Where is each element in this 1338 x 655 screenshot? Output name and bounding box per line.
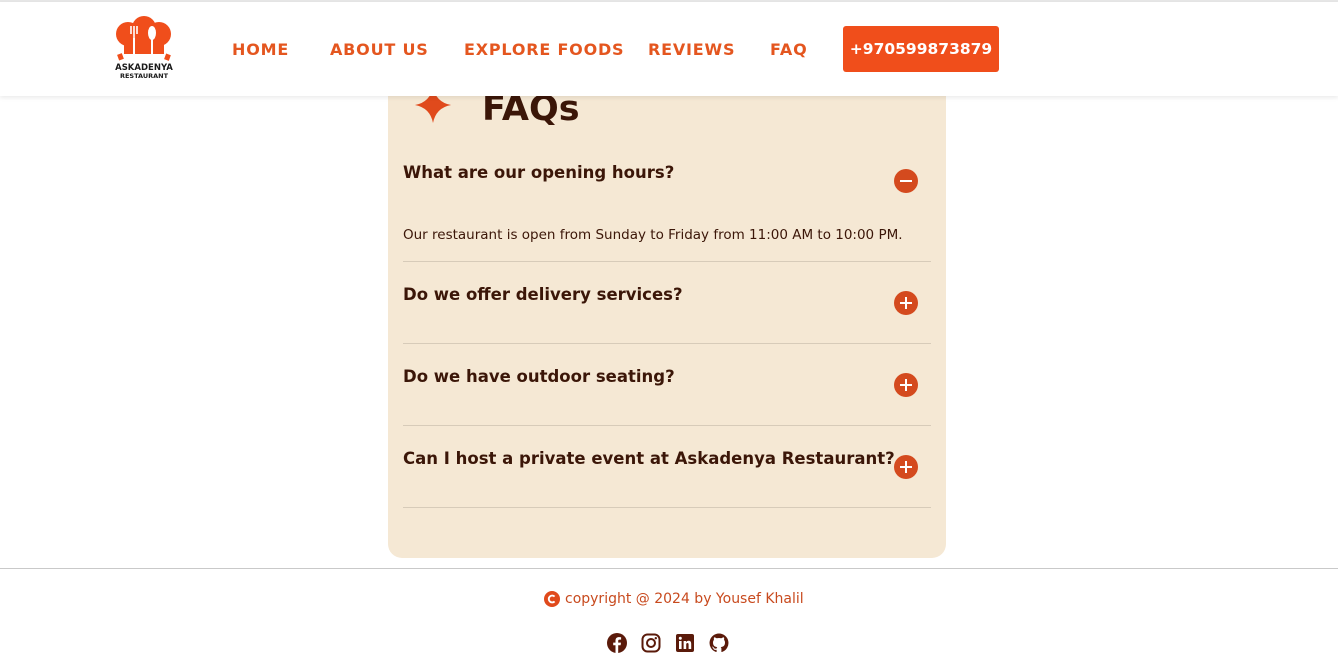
plus-icon[interactable] <box>894 291 918 315</box>
site-header: ASKADENYA RESTAURANT HOME ABOUT US EXPLO… <box>0 2 1338 96</box>
faq-divider <box>403 261 931 262</box>
logo-subtitle: RESTAURANT <box>119 72 169 80</box>
nav-explore-foods[interactable]: EXPLORE FOODS <box>464 40 624 59</box>
copyright: copyright @ 2024 by Yousef Khalil <box>544 591 804 607</box>
minus-icon[interactable] <box>894 169 918 193</box>
instagram-icon[interactable] <box>640 632 662 654</box>
plus-icon[interactable] <box>894 455 918 479</box>
phone-button[interactable]: +970599873879 <box>843 26 999 72</box>
restaurant-logo[interactable]: ASKADENYA RESTAURANT <box>114 16 174 80</box>
copyright-icon <box>544 591 560 607</box>
faq-question[interactable]: Do we offer delivery services? <box>403 285 683 304</box>
copyright-text: copyright @ 2024 by Yousef Khalil <box>565 591 804 607</box>
faq-section: FAQs What are our opening hours? Our res… <box>388 40 946 558</box>
facebook-icon[interactable] <box>606 632 628 654</box>
nav-about-us[interactable]: ABOUT US <box>330 40 429 59</box>
linkedin-icon[interactable] <box>674 632 696 654</box>
faq-question[interactable]: What are our opening hours? <box>403 163 674 182</box>
social-links <box>606 632 730 654</box>
faq-divider <box>403 343 931 344</box>
nav-faq[interactable]: FAQ <box>770 40 807 59</box>
footer-divider <box>0 568 1338 569</box>
faq-question[interactable]: Can I host a private event at Askadenya … <box>403 449 895 468</box>
faq-question[interactable]: Do we have outdoor seating? <box>403 367 675 386</box>
faq-divider <box>403 425 931 426</box>
faq-answer: Our restaurant is open from Sunday to Fr… <box>403 227 903 243</box>
github-icon[interactable] <box>708 632 730 654</box>
nav-home[interactable]: HOME <box>232 40 289 59</box>
plus-icon[interactable] <box>894 373 918 397</box>
chef-hat-icon <box>116 16 171 61</box>
faq-divider <box>403 507 931 508</box>
nav-reviews[interactable]: REVIEWS <box>648 40 735 59</box>
